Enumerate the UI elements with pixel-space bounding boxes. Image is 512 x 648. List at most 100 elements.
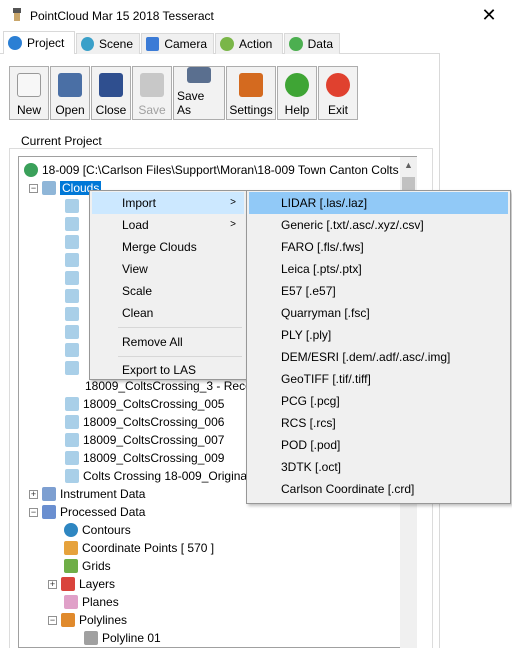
tab-camera[interactable]: Camera	[141, 33, 214, 54]
cloud-file-node[interactable]	[65, 341, 79, 359]
tab-data[interactable]: Data	[284, 33, 340, 54]
import-e57[interactable]: E57 [.e57]	[249, 280, 508, 302]
camera-icon	[146, 37, 160, 51]
import-3dtk[interactable]: 3DTK [.oct]	[249, 456, 508, 478]
cloud-file-node[interactable]	[65, 233, 79, 251]
menu-label: View	[122, 262, 148, 276]
cloud-file-node[interactable]	[65, 323, 79, 341]
tree-processed-data[interactable]: − Processed Data	[29, 503, 145, 521]
import-leica[interactable]: Leica [.pts/.ptx]	[249, 258, 508, 280]
button-label: Save As	[177, 89, 205, 117]
tab-project[interactable]: Project	[3, 31, 75, 54]
menu-item-merge-clouds[interactable]: Merge Clouds	[92, 236, 244, 258]
menu-item-scale[interactable]: Scale	[92, 280, 244, 302]
polylines-icon	[61, 613, 75, 627]
menu-item-export-las[interactable]: Export to LAS	[92, 359, 244, 381]
contours-icon	[64, 523, 78, 537]
import-quarryman[interactable]: Quarryman [.fsc]	[249, 302, 508, 324]
tab-label: Camera	[164, 37, 207, 51]
menu-item-remove-all[interactable]: Remove All	[92, 331, 244, 353]
cloud-file-node[interactable]: 18009_ColtsCrossing_006	[65, 413, 224, 431]
import-pod[interactable]: POD [.pod]	[249, 434, 508, 456]
cloud-file-node[interactable]: 18009_ColtsCrossing_009	[65, 449, 224, 467]
tree-root[interactable]: 18-009 [C:\Carlson Files\Support\Moran\1…	[24, 161, 399, 179]
tree-layers[interactable]: + Layers	[48, 575, 115, 593]
cloud-file-node[interactable]	[65, 287, 79, 305]
close-window-button[interactable]: ✕	[466, 0, 512, 32]
tab-scene[interactable]: Scene	[76, 33, 140, 54]
tab-label: Data	[307, 37, 333, 51]
point-cloud-icon	[65, 199, 79, 213]
tree-polyline-01[interactable]: Polyline 01	[84, 629, 161, 647]
help-button[interactable]: Help	[277, 66, 317, 120]
open-button[interactable]: Open	[50, 66, 90, 120]
menu-item-view[interactable]: View	[92, 258, 244, 280]
tree-contours[interactable]: Contours	[64, 521, 131, 539]
import-carlson-coordinate[interactable]: Carlson Coordinate [.crd]	[249, 478, 508, 500]
instrument-icon	[42, 487, 56, 501]
processed-data-icon	[42, 505, 56, 519]
button-label: Help	[284, 103, 310, 117]
tree-planes[interactable]: Planes	[64, 593, 119, 611]
import-generic[interactable]: Generic [.txt/.asc/.xyz/.csv]	[249, 214, 508, 236]
tab-action[interactable]: Action	[215, 33, 283, 54]
new-button[interactable]: New	[9, 66, 49, 120]
expand-icon[interactable]: +	[29, 489, 38, 499]
points-icon	[64, 541, 78, 555]
import-lidar[interactable]: LIDAR [.las/.laz]	[249, 192, 508, 214]
scroll-up-icon[interactable]: ▲	[400, 157, 417, 174]
button-label: Close	[95, 103, 127, 117]
collapse-icon[interactable]: −	[29, 183, 38, 193]
cloud-file-node[interactable]	[65, 215, 79, 233]
button-label: Open	[55, 103, 85, 117]
new-icon	[17, 73, 41, 97]
menu-item-load[interactable]: Load >	[92, 214, 244, 236]
tree-coordinate-points[interactable]: Coordinate Points [ 570 ]	[64, 539, 214, 557]
save-button[interactable]: Save	[132, 66, 172, 120]
cloud-file-node[interactable]	[65, 269, 79, 287]
close-door-icon	[99, 73, 123, 97]
tree-polylines[interactable]: − Polylines	[48, 611, 127, 629]
tree-instrument-data[interactable]: + Instrument Data	[29, 485, 145, 503]
menu-label: Remove All	[122, 335, 183, 349]
import-pcg[interactable]: PCG [.pcg]	[249, 390, 508, 412]
cloud-file-node[interactable]	[65, 359, 79, 377]
node-label: Planes	[82, 595, 119, 609]
tree-grids[interactable]: Grids	[64, 557, 111, 575]
settings-button[interactable]: Settings	[226, 66, 276, 120]
menu-label: Export to LAS	[122, 363, 197, 377]
import-dem-esri[interactable]: DEM/ESRI [.dem/.adf/.asc/.img]	[249, 346, 508, 368]
cloud-file-node[interactable]	[65, 251, 79, 269]
exit-button[interactable]: Exit	[318, 66, 358, 120]
import-faro[interactable]: FARO [.fls/.fws]	[249, 236, 508, 258]
point-cloud-icon	[65, 217, 79, 231]
menu-label: Merge Clouds	[122, 240, 197, 254]
import-ply[interactable]: PLY [.ply]	[249, 324, 508, 346]
menu-item-clean[interactable]: Clean	[92, 302, 244, 324]
expand-icon[interactable]: +	[48, 579, 57, 589]
import-rcs[interactable]: RCS [.rcs]	[249, 412, 508, 434]
instrument-data-label: Instrument Data	[60, 487, 146, 501]
point-cloud-icon	[65, 451, 79, 465]
point-cloud-icon	[65, 343, 79, 357]
cloud-file-node[interactable]: 18009_ColtsCrossing_005	[65, 395, 224, 413]
gears-icon	[220, 37, 234, 51]
submenu-arrow-icon: >	[230, 197, 236, 208]
exit-icon	[326, 73, 350, 97]
menu-label: Import	[122, 196, 157, 210]
save-as-button[interactable]: Save As	[173, 66, 225, 120]
collapse-icon[interactable]: −	[29, 507, 38, 517]
submenu-arrow-icon: >	[230, 219, 236, 230]
menu-item-import[interactable]: Import >	[92, 192, 244, 214]
cloud-file-node[interactable]	[65, 197, 79, 215]
point-cloud-icon	[65, 415, 79, 429]
menu-separator	[118, 327, 242, 328]
cloud-file-node[interactable]	[65, 305, 79, 323]
collapse-icon[interactable]: −	[48, 615, 57, 625]
point-cloud-icon	[65, 361, 79, 375]
close-project-button[interactable]: Close	[91, 66, 131, 120]
point-cloud-icon	[65, 469, 79, 483]
cloud-file-node[interactable]: Colts Crossing 18-009_Original	[65, 467, 250, 485]
cloud-file-node[interactable]: 18009_ColtsCrossing_007	[65, 431, 224, 449]
import-geotiff[interactable]: GeoTIFF [.tif/.tiff]	[249, 368, 508, 390]
